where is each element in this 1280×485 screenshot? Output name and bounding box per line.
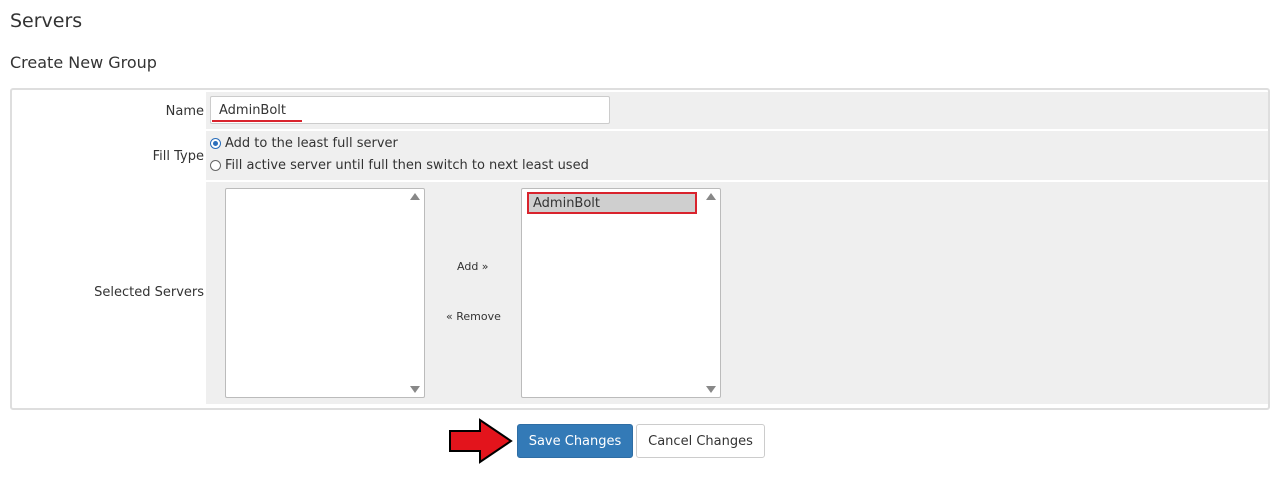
- selected-servers-row: Selected Servers Add » « Remove AdminBol…: [12, 182, 1268, 404]
- save-changes-button[interactable]: Save Changes: [517, 424, 633, 458]
- radio-button[interactable]: [210, 160, 221, 171]
- fill-type-field-cell: Add to the least full server Fill active…: [206, 131, 1268, 180]
- scroll-up-arrow-icon[interactable]: [706, 193, 716, 200]
- scroll-up-arrow-icon[interactable]: [410, 193, 420, 200]
- selected-server-option[interactable]: AdminBolt: [527, 192, 697, 214]
- create-group-form: Name Fill Type Add to the least full ser…: [10, 88, 1270, 410]
- selected-servers-field-cell: Add » « Remove AdminBolt: [206, 182, 1268, 404]
- name-label: Name: [165, 104, 204, 119]
- available-servers-list[interactable]: [225, 188, 425, 398]
- remove-server-button[interactable]: « Remove: [446, 310, 501, 323]
- fill-type-option-fill-active[interactable]: Fill active server until full then switc…: [210, 158, 589, 173]
- radio-button-checked[interactable]: [210, 138, 221, 149]
- pointer-arrow-icon: [449, 418, 513, 464]
- fill-type-label: Fill Type: [152, 149, 204, 164]
- scroll-down-arrow-icon[interactable]: [410, 386, 420, 393]
- add-server-button[interactable]: Add »: [457, 260, 489, 273]
- scroll-down-arrow-icon[interactable]: [706, 386, 716, 393]
- cancel-changes-button[interactable]: Cancel Changes: [636, 424, 765, 458]
- fill-type-option-label: Fill active server until full then switc…: [225, 158, 589, 173]
- page-title: Servers: [10, 10, 83, 32]
- fill-type-option-least-full[interactable]: Add to the least full server: [210, 136, 398, 151]
- name-highlight-underline: [212, 120, 302, 122]
- name-row: Name: [12, 92, 1268, 129]
- fill-type-row: Fill Type Add to the least full server F…: [12, 131, 1268, 180]
- selected-servers-list[interactable]: AdminBolt: [521, 188, 721, 398]
- fill-type-option-label: Add to the least full server: [225, 136, 398, 151]
- section-title: Create New Group: [10, 53, 157, 72]
- name-field-cell: [206, 92, 1268, 129]
- selected-servers-label: Selected Servers: [94, 285, 204, 300]
